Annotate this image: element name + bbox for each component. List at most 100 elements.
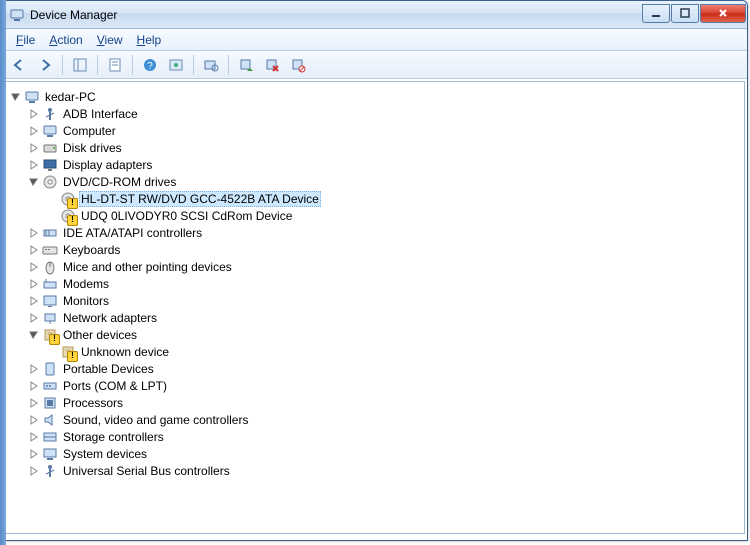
expand-icon[interactable] (28, 278, 40, 290)
category-node[interactable]: Portable Devices (28, 360, 744, 377)
other-icon: ? (42, 327, 58, 343)
expand-icon[interactable] (28, 448, 40, 460)
category-node[interactable]: Storage controllers (28, 428, 744, 445)
collapse-icon[interactable] (10, 91, 22, 103)
expand-icon[interactable] (28, 312, 40, 324)
portable-icon (42, 361, 58, 377)
device-node[interactable]: ? Unknown device (46, 343, 744, 360)
category-label: Display adapters (61, 158, 154, 172)
modem-icon (42, 276, 58, 292)
category-label: Storage controllers (61, 430, 166, 444)
expand-icon[interactable] (28, 108, 40, 120)
category-label: Other devices (61, 328, 139, 342)
mouse-icon (42, 259, 58, 275)
expand-icon[interactable] (28, 125, 40, 137)
system-icon (42, 446, 58, 462)
action-button[interactable] (164, 53, 188, 77)
category-node[interactable]: IDE ATA/ATAPI controllers (28, 224, 744, 241)
expand-icon[interactable] (28, 465, 40, 477)
category-node[interactable]: Monitors (28, 292, 744, 309)
monitor-icon (42, 293, 58, 309)
expand-icon[interactable] (28, 261, 40, 273)
menu-help[interactable]: Help (130, 31, 169, 49)
keyboard-icon (42, 242, 58, 258)
menu-action[interactable]: Action (42, 31, 89, 49)
expand-icon[interactable] (28, 363, 40, 375)
category-node[interactable]: Network adapters (28, 309, 744, 326)
nav-back-button[interactable] (7, 53, 31, 77)
expand-icon[interactable] (28, 431, 40, 443)
disable-button[interactable] (286, 53, 310, 77)
category-node[interactable]: System devices (28, 445, 744, 462)
expand-icon[interactable] (28, 244, 40, 256)
category-node[interactable]: ? Other devices (28, 326, 744, 343)
display-icon (42, 157, 58, 173)
window-border-left (0, 0, 6, 545)
category-node[interactable]: Display adapters (28, 156, 744, 173)
collapse-icon[interactable] (28, 176, 40, 188)
expand-icon[interactable] (28, 397, 40, 409)
category-node[interactable]: Processors (28, 394, 744, 411)
properties-button[interactable] (103, 53, 127, 77)
cpu-icon (42, 395, 58, 411)
tree-root-node[interactable]: kedar-PC (10, 88, 744, 105)
expand-icon[interactable] (28, 159, 40, 171)
scan-hardware-button[interactable] (199, 53, 223, 77)
category-node[interactable]: Disk drives (28, 139, 744, 156)
titlebar[interactable]: Device Manager (3, 1, 747, 29)
toolbar: ? (3, 51, 747, 79)
svg-text:?: ? (65, 348, 70, 358)
category-node[interactable]: Sound, video and game controllers (28, 411, 744, 428)
category-label: Modems (61, 277, 111, 291)
toolbar-separator (62, 55, 63, 75)
nav-forward-button[interactable] (33, 53, 57, 77)
expand-icon[interactable] (28, 380, 40, 392)
svg-text:?: ? (147, 61, 153, 72)
app-icon (9, 7, 25, 23)
category-node[interactable]: ADB Interface (28, 105, 744, 122)
collapse-icon[interactable] (28, 329, 40, 341)
category-label: System devices (61, 447, 149, 461)
tree-root-label: kedar-PC (43, 90, 98, 104)
optical-icon (42, 174, 58, 190)
menu-view[interactable]: View (90, 31, 130, 49)
category-node[interactable]: Computer (28, 122, 744, 139)
help-button[interactable]: ? (138, 53, 162, 77)
expand-icon[interactable] (28, 227, 40, 239)
category-node[interactable]: Mice and other pointing devices (28, 258, 744, 275)
expander-spacer (46, 210, 58, 222)
expander-spacer (46, 193, 58, 205)
category-node[interactable]: DVD/CD-ROM drives (28, 173, 744, 190)
category-label: Sound, video and game controllers (61, 413, 250, 427)
category-label: DVD/CD-ROM drives (61, 175, 178, 189)
expand-icon[interactable] (28, 295, 40, 307)
usb-icon (42, 463, 58, 479)
category-label: Universal Serial Bus controllers (61, 464, 232, 478)
category-node[interactable]: Universal Serial Bus controllers (28, 462, 744, 479)
toolbar-separator (132, 55, 133, 75)
update-driver-button[interactable] (234, 53, 258, 77)
show-hide-tree-button[interactable] (68, 53, 92, 77)
menu-file[interactable]: File (9, 31, 42, 49)
device-node[interactable]: HL-DT-ST RW/DVD GCC-4522B ATA Device (46, 190, 744, 207)
category-node[interactable]: Ports (COM & LPT) (28, 377, 744, 394)
expander-spacer (46, 346, 58, 358)
category-label: Keyboards (61, 243, 122, 257)
svg-text:?: ? (47, 331, 52, 341)
storage-icon (42, 429, 58, 445)
uninstall-button[interactable] (260, 53, 284, 77)
category-label: ADB Interface (61, 107, 140, 121)
category-node[interactable]: Modems (28, 275, 744, 292)
minimize-button[interactable] (642, 4, 670, 23)
other-icon: ? (60, 344, 76, 360)
tree-view[interactable]: kedar-PC ADB Interface Computer Disk dri… (5, 81, 745, 534)
category-label: Portable Devices (61, 362, 156, 376)
usb-icon (42, 106, 58, 122)
ide-icon (42, 225, 58, 241)
expand-icon[interactable] (28, 414, 40, 426)
device-node[interactable]: UDQ 0LIVODYR0 SCSI CdRom Device (46, 207, 744, 224)
category-node[interactable]: Keyboards (28, 241, 744, 258)
expand-icon[interactable] (28, 142, 40, 154)
maximize-button[interactable] (671, 4, 699, 23)
close-button[interactable] (700, 4, 746, 23)
